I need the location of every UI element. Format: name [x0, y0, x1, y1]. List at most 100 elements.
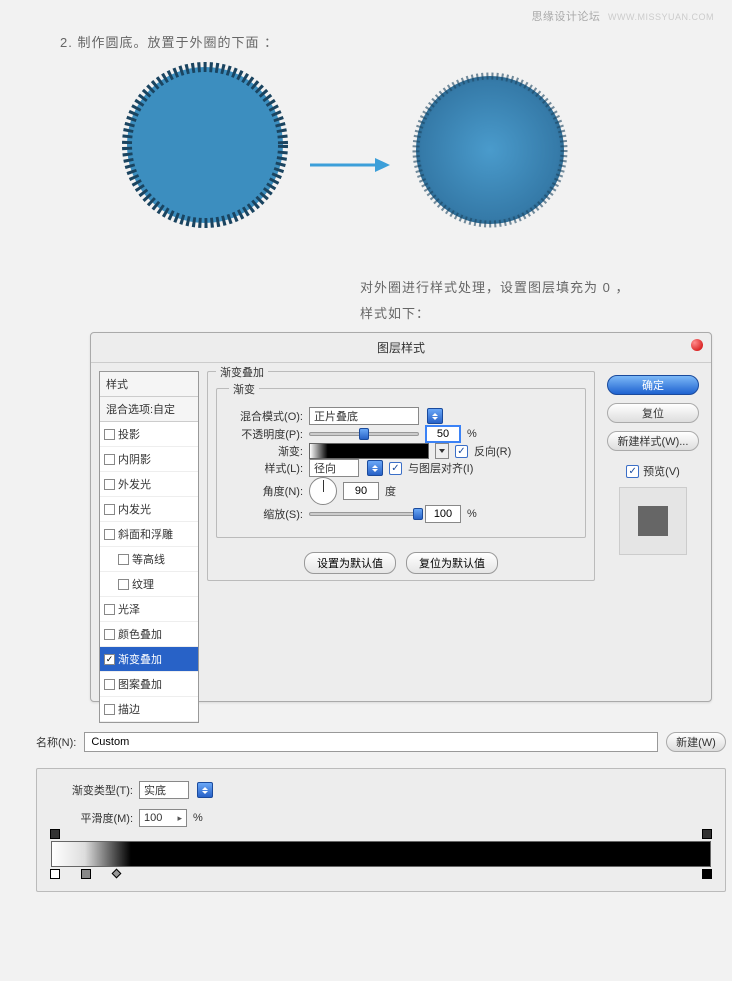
angle-label: 角度(N):: [225, 483, 303, 499]
style-row: 样式(L): 径向 与图层对齐(I): [225, 459, 577, 477]
preview-checkbox[interactable]: [626, 465, 639, 478]
scale-label: 缩放(S):: [225, 506, 303, 522]
dropdown-stepper-icon[interactable]: [427, 408, 443, 424]
options-panel: 渐变叠加 渐变 混合模式(O): 正片叠底 不透明度(P): %: [207, 371, 595, 723]
ok-button[interactable]: 确定: [607, 375, 699, 395]
angle-row: 角度(N): 度: [225, 477, 577, 505]
style-item-内发光[interactable]: 内发光: [100, 497, 198, 522]
right-buttons-panel: 确定 复位 新建样式(W)... 预览(V): [603, 371, 703, 723]
style-item-label: 斜面和浮雕: [118, 526, 173, 542]
circle-right-shaded: [410, 70, 570, 230]
dialog-title-bar: 图层样式: [91, 333, 711, 363]
style-checkbox[interactable]: [104, 629, 115, 640]
style-item-内阴影[interactable]: 内阴影: [100, 447, 198, 472]
color-stop-mid[interactable]: [81, 869, 91, 879]
gradient-type-label: 渐变类型(T):: [51, 782, 133, 798]
style-item-外发光[interactable]: 外发光: [100, 472, 198, 497]
scale-suffix: %: [467, 508, 477, 520]
style-checkbox[interactable]: [104, 504, 115, 515]
angle-input[interactable]: [343, 482, 379, 500]
style-checkbox[interactable]: [104, 454, 115, 465]
gradient-editor-panel: 名称(N): 新建(W) 渐变类型(T): 实底 平滑度(M): 100 %: [36, 732, 726, 892]
reverse-checkbox[interactable]: [455, 445, 468, 458]
layer-style-dialog: 图层样式 样式 混合选项:自定 投影内阴影外发光内发光斜面和浮雕等高线纹理光泽颜…: [90, 332, 712, 702]
style-item-等高线[interactable]: 等高线: [100, 547, 198, 572]
style-item-光泽[interactable]: 光泽: [100, 597, 198, 622]
circle-left-dashed: [120, 60, 290, 230]
style-item-label: 光泽: [118, 601, 140, 617]
gradient-preview[interactable]: [309, 443, 429, 459]
set-default-button[interactable]: 设置为默认值: [304, 552, 396, 574]
gradient-bar[interactable]: [51, 841, 711, 867]
style-checkbox[interactable]: [104, 479, 115, 490]
style-checkbox[interactable]: [118, 554, 129, 565]
dropdown-stepper-icon[interactable]: [197, 782, 213, 798]
style-item-label: 投影: [118, 426, 140, 442]
angle-dial[interactable]: [309, 477, 337, 505]
blend-mode-row: 混合模式(O): 正片叠底: [225, 407, 577, 425]
midpoint-stop[interactable]: [112, 869, 122, 879]
align-label: 与图层对齐(I): [408, 460, 473, 476]
smoothness-suffix: %: [193, 812, 203, 824]
style-checkbox[interactable]: [104, 704, 115, 715]
cancel-button[interactable]: 复位: [607, 403, 699, 423]
sub-instruction-line1: 对外圈进行样式处理，设置图层填充为 0 ，: [360, 275, 629, 301]
group-title: 渐变叠加: [216, 364, 268, 380]
preview-label-text: 预览(V): [643, 463, 680, 479]
inner-title: 渐变: [229, 381, 259, 397]
close-icon[interactable]: [691, 339, 703, 351]
style-item-斜面和浮雕[interactable]: 斜面和浮雕: [100, 522, 198, 547]
color-stop-left[interactable]: [50, 869, 60, 879]
new-style-button[interactable]: 新建样式(W)...: [607, 431, 699, 451]
style-dropdown[interactable]: 径向: [309, 459, 359, 477]
align-checkbox[interactable]: [389, 462, 402, 475]
new-gradient-button[interactable]: 新建(W): [666, 732, 726, 752]
blend-options-row[interactable]: 混合选项:自定: [100, 397, 198, 422]
reverse-label: 反向(R): [474, 443, 511, 459]
opacity-label: 不透明度(P):: [225, 426, 303, 442]
reset-default-button[interactable]: 复位为默认值: [406, 552, 498, 574]
dropdown-stepper-icon[interactable]: [367, 460, 383, 476]
name-label: 名称(N):: [36, 734, 76, 750]
gradient-type-dropdown[interactable]: 实底: [139, 781, 189, 799]
scale-row: 缩放(S): %: [225, 505, 577, 523]
scale-input[interactable]: [425, 505, 461, 523]
style-item-label: 外发光: [118, 476, 151, 492]
style-checkbox[interactable]: [118, 579, 129, 590]
scale-slider[interactable]: [309, 512, 419, 516]
style-checkbox[interactable]: [104, 654, 115, 665]
opacity-stop-left[interactable]: [50, 829, 60, 839]
opacity-input[interactable]: [425, 425, 461, 443]
opacity-slider[interactable]: [309, 432, 419, 436]
gradient-dropdown-icon[interactable]: [435, 443, 449, 459]
angle-suffix: 度: [385, 483, 396, 499]
blend-mode-dropdown[interactable]: 正片叠底: [309, 407, 419, 425]
watermark: 思缘设计论坛 WWW.MISSYUAN.COM: [531, 8, 714, 24]
style-item-label: 渐变叠加: [118, 651, 162, 667]
style-checkbox[interactable]: [104, 679, 115, 690]
style-checkbox[interactable]: [104, 604, 115, 615]
watermark-url: WWW.MISSYUAN.COM: [608, 12, 714, 22]
style-item-纹理[interactable]: 纹理: [100, 572, 198, 597]
style-label: 样式(L):: [225, 460, 303, 476]
style-item-图案叠加[interactable]: 图案叠加: [100, 672, 198, 697]
style-item-颜色叠加[interactable]: 颜色叠加: [100, 622, 198, 647]
styles-header[interactable]: 样式: [100, 372, 198, 397]
style-item-label: 等高线: [132, 551, 165, 567]
instruction-text: 2. 制作圆底。放置于外圈的下面 ：: [60, 32, 278, 51]
watermark-text: 思缘设计论坛: [531, 11, 600, 23]
preview-box: [619, 487, 687, 555]
style-item-投影[interactable]: 投影: [100, 422, 198, 447]
smoothness-input[interactable]: 100: [139, 809, 187, 827]
style-item-渐变叠加[interactable]: 渐变叠加: [100, 647, 198, 672]
style-item-label: 内发光: [118, 501, 151, 517]
color-stop-right[interactable]: [702, 869, 712, 879]
sub-instruction: 对外圈进行样式处理，设置图层填充为 0 ， 样式如下：: [360, 275, 629, 327]
style-item-描边[interactable]: 描边: [100, 697, 198, 722]
circles-illustration: [120, 60, 580, 260]
name-input[interactable]: [84, 732, 658, 752]
blend-mode-label: 混合模式(O):: [225, 408, 303, 424]
style-checkbox[interactable]: [104, 529, 115, 540]
opacity-stop-right[interactable]: [702, 829, 712, 839]
style-checkbox[interactable]: [104, 429, 115, 440]
